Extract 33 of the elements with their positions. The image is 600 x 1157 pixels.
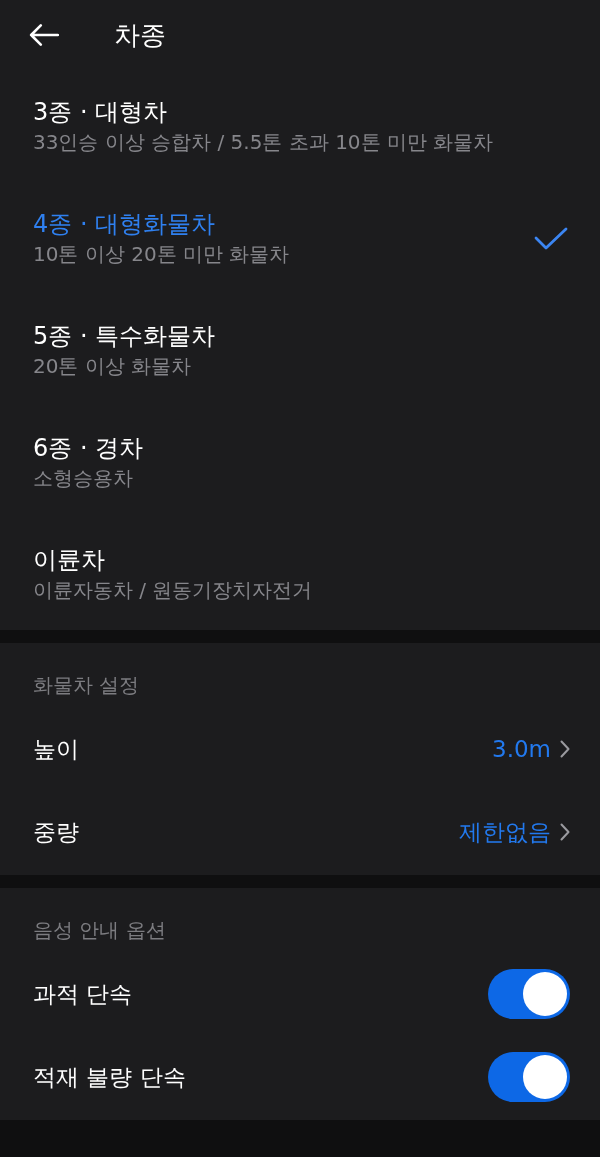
setting-row[interactable]: 높이 3.0m <box>0 707 600 790</box>
check-icon <box>534 227 568 251</box>
vehicle-type-item[interactable]: 이륜차 이륜자동차 / 원동기장치자전거 <box>0 518 600 630</box>
back-button[interactable] <box>28 22 60 48</box>
setting-label: 높이 <box>33 734 79 764</box>
vehicle-type-title: 이륜차 <box>33 545 105 575</box>
setting-value: 제한없음 <box>459 817 551 847</box>
vehicle-type-item[interactable]: 4종 · 대형화물차 10톤 이상 20톤 미만 화물차 <box>0 182 600 294</box>
setting-label: 중량 <box>33 817 79 847</box>
chevron-right-icon <box>560 822 570 841</box>
vehicle-type-item[interactable]: 5종 · 특수화물차 20톤 이상 화물차 <box>0 294 600 406</box>
chevron-right-icon <box>560 739 570 758</box>
screen-title: 차종 <box>114 19 166 52</box>
setting-row[interactable]: 중량 제한없음 <box>0 790 600 873</box>
vehicle-type-title: 4종 · 대형화물차 <box>33 209 216 239</box>
vehicle-type-item[interactable]: 6종 · 경차 소형승용차 <box>0 406 600 518</box>
vehicle-type-description: 이륜자동차 / 원동기장치자전거 <box>33 577 313 603</box>
vehicle-type-title: 3종 · 대형차 <box>33 97 168 127</box>
setting-label: 적재 불량 단속 <box>33 1062 186 1092</box>
toggle-switch[interactable] <box>488 968 570 1019</box>
vehicle-type-description: 10톤 이상 20톤 미만 화물차 <box>33 241 290 267</box>
section-header: 화물차 설정 <box>32 672 141 699</box>
vehicle-type-description: 소형승용차 <box>33 465 133 491</box>
setting-label: 과적 단속 <box>33 979 133 1009</box>
vehicle-type-description: 20톤 이상 화물차 <box>33 353 192 379</box>
vehicle-type-title: 6종 · 경차 <box>33 433 144 463</box>
toggle-switch[interactable] <box>488 1051 570 1102</box>
vehicle-type-description: 33인승 이상 승합차 / 5.5톤 초과 10톤 미만 화물차 <box>33 129 494 155</box>
vehicle-type-title: 5종 · 특수화물차 <box>33 321 216 351</box>
vehicle-type-item[interactable]: 3종 · 대형차 33인승 이상 승합차 / 5.5톤 초과 10톤 미만 화물차 <box>0 70 600 182</box>
back-arrow-icon <box>29 23 59 47</box>
setting-value: 3.0m <box>492 734 551 764</box>
section-header: 음성 안내 옵션 <box>32 917 167 944</box>
